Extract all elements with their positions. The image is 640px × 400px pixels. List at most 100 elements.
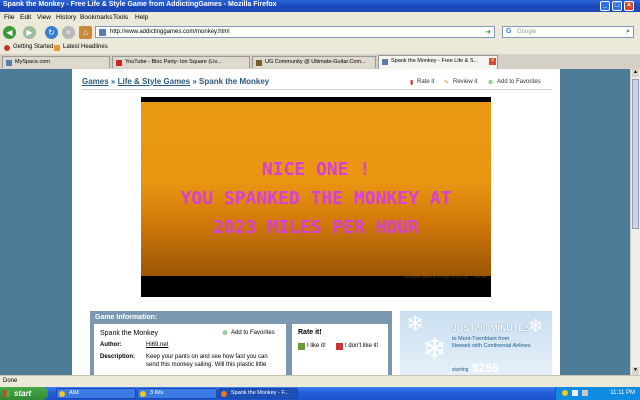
advertisement[interactable]: ❄ ❄ ❄ JUST 90 MINUTES to Mont-Tremblant …: [400, 311, 552, 375]
menu-help[interactable]: Help: [135, 14, 148, 21]
start-label: start: [14, 389, 32, 398]
go-arrow-icon[interactable]: ➜: [485, 28, 491, 36]
firefox-icon: [221, 391, 227, 397]
review-it-link[interactable]: Review it: [453, 79, 477, 85]
bookmark-getting-started[interactable]: Getting Started: [13, 44, 53, 50]
thumbs-up-icon[interactable]: [298, 343, 305, 350]
game-information-panel: Game Information: Spank the Monkey ⊕ Add…: [90, 311, 392, 375]
bookmark-latest-headlines[interactable]: Latest Headlines: [63, 44, 108, 50]
pencil-icon: ✎: [444, 80, 450, 86]
ad-headline: JUST 90 MINUTES: [452, 323, 531, 333]
tray-network-icon[interactable]: [572, 390, 578, 396]
aim-icon: [59, 391, 65, 397]
add-to-favorites-link[interactable]: Add to Favorites: [497, 79, 541, 85]
status-bar: Done: [0, 375, 640, 387]
dislike-button[interactable]: I don't like it!: [345, 343, 378, 349]
tab-ultimate-guitar[interactable]: UG Community @ Ultimate-Guitar.Com...: [252, 56, 376, 68]
taskbar-item-ims[interactable]: 3 IMs: [137, 388, 217, 399]
breadcrumb-games[interactable]: Games: [82, 77, 109, 86]
site-favicon-icon: [99, 29, 106, 36]
system-tray: 11:11 PM: [555, 387, 640, 400]
breadcrumb-category[interactable]: Life & Style Games: [118, 77, 190, 86]
taskbar: start AIM 3 IMs Spank the Monkey - F... …: [0, 387, 640, 400]
title-bar: Spank the Monkey - Free Life & Style Gam…: [0, 0, 640, 12]
search-input[interactable]: G Google ⌕: [502, 26, 634, 38]
reload-icon[interactable]: ↻: [45, 26, 58, 39]
tray-volume-icon[interactable]: [582, 390, 588, 396]
rate-star-icon: ▮: [410, 80, 414, 86]
like-button[interactable]: I like it!: [307, 343, 326, 349]
forward-icon[interactable]: ▶: [23, 26, 36, 39]
snowflake-icon: ❄: [406, 311, 425, 336]
search-icon[interactable]: ⌕: [626, 28, 630, 36]
status-text: Done: [3, 378, 18, 384]
add-favorite-icon: ⊕: [222, 330, 228, 337]
game-canvas[interactable]: NICE ONE ! YOU SPANKED THE MONKEY AT 202…: [141, 102, 491, 279]
myspace-favicon-icon: [6, 60, 12, 66]
game-credit: this great game is brought to you by ...…: [404, 274, 487, 279]
tab-myspace[interactable]: MySpace.com: [2, 56, 110, 68]
rate-header: Rate it!: [298, 329, 322, 336]
menu-edit[interactable]: Edit: [20, 14, 31, 21]
tab-spank-the-monkey[interactable]: Spank the Monkey - Free Life & S... ×: [378, 55, 498, 69]
stop-icon[interactable]: ×: [62, 26, 75, 39]
search-placeholder: Google: [517, 29, 537, 35]
breadcrumb: Games » Life & Style Games » Spank the M…: [82, 77, 270, 86]
scroll-down-icon[interactable]: ▼: [632, 367, 639, 375]
tab-youtube[interactable]: YouTube - Bloc Party- Ion Square (Liv...: [112, 56, 250, 68]
tray-aim-icon[interactable]: [562, 390, 568, 396]
tab-bar: MySpace.com YouTube - Bloc Party- Ion Sq…: [0, 54, 640, 70]
rss-icon: [54, 45, 60, 51]
address-bar[interactable]: http://www.addictinggames.com/monkey.htm…: [95, 26, 495, 38]
rate-box: Rate it! I like it! I don't like it!: [292, 324, 388, 375]
content-area: Games » Life & Style Games » Spank the M…: [72, 69, 560, 375]
ad-price: $255: [472, 361, 499, 375]
game-frame[interactable]: NICE ONE ! YOU SPANKED THE MONKEY AT 202…: [141, 97, 491, 297]
address-url: http://www.addictinggames.com/monkey.htm…: [110, 29, 230, 35]
menu-tools[interactable]: Tools: [113, 14, 128, 21]
game-message: NICE ONE ! YOU SPANKED THE MONKEY AT 202…: [180, 159, 452, 238]
info-add-to-favorites-link[interactable]: Add to Favorites: [231, 330, 275, 336]
description-label: Description:: [100, 354, 136, 360]
getting-started-icon: [4, 45, 10, 51]
tab-label: MySpace.com: [15, 59, 50, 65]
menu-file[interactable]: File: [4, 14, 14, 21]
tab-label: YouTube - Bloc Party- Ion Square (Liv...: [125, 59, 222, 65]
game-info-box: Spank the Monkey ⊕ Add to Favorites Auth…: [94, 324, 286, 375]
web-page: Games » Life & Style Games » Spank the M…: [0, 69, 630, 375]
google-g-icon: G: [506, 28, 512, 35]
navigation-toolbar: ◀ ▶ ↻ × ⌂ http://www.addictinggames.com/…: [0, 23, 640, 43]
ad-text: to Mont-Tremblant from Newark with Conti…: [452, 336, 531, 349]
add-favorite-icon: ⊕: [488, 80, 494, 86]
scroll-thumb[interactable]: [632, 79, 639, 229]
breadcrumb-current: Spank the Monkey: [199, 77, 270, 86]
close-tab-icon[interactable]: ×: [489, 58, 496, 65]
back-icon[interactable]: ◀: [3, 26, 16, 39]
menu-history[interactable]: History: [56, 14, 76, 21]
clock: 11:11 PM: [610, 390, 635, 396]
start-button[interactable]: start: [0, 387, 48, 400]
guitar-favicon-icon: [256, 60, 262, 66]
menu-view[interactable]: View: [37, 14, 51, 21]
rate-it-link[interactable]: Rate it: [417, 79, 434, 85]
tab-label: Spank the Monkey - Free Life & S...: [391, 58, 479, 64]
addictinggames-favicon-icon: [382, 59, 388, 65]
scroll-up-icon[interactable]: ▲: [632, 69, 639, 77]
taskbar-item-firefox[interactable]: Spank the Monkey - F...: [218, 388, 298, 399]
aim-icon: [140, 391, 146, 397]
close-button[interactable]: ×: [624, 1, 634, 11]
thumbs-down-icon[interactable]: [336, 343, 343, 350]
game-info-header: Game Information:: [95, 314, 158, 321]
minimize-button[interactable]: _: [600, 1, 610, 11]
ad-price-prefix: starting: [452, 367, 469, 373]
window-title: Spank the Monkey - Free Life & Style Gam…: [3, 1, 277, 8]
game-name: Spank the Monkey: [100, 330, 158, 337]
menu-bookmarks[interactable]: Bookmarks: [80, 14, 113, 21]
home-icon[interactable]: ⌂: [79, 26, 92, 39]
youtube-favicon-icon: [116, 60, 122, 66]
tab-label: UG Community @ Ultimate-Guitar.Com...: [265, 59, 366, 65]
vertical-scrollbar[interactable]: ▲ ▼: [630, 69, 640, 375]
author-link[interactable]: Hi69.net: [146, 342, 168, 348]
maximize-button[interactable]: □: [612, 1, 622, 11]
taskbar-item-aim[interactable]: AIM: [56, 388, 136, 399]
